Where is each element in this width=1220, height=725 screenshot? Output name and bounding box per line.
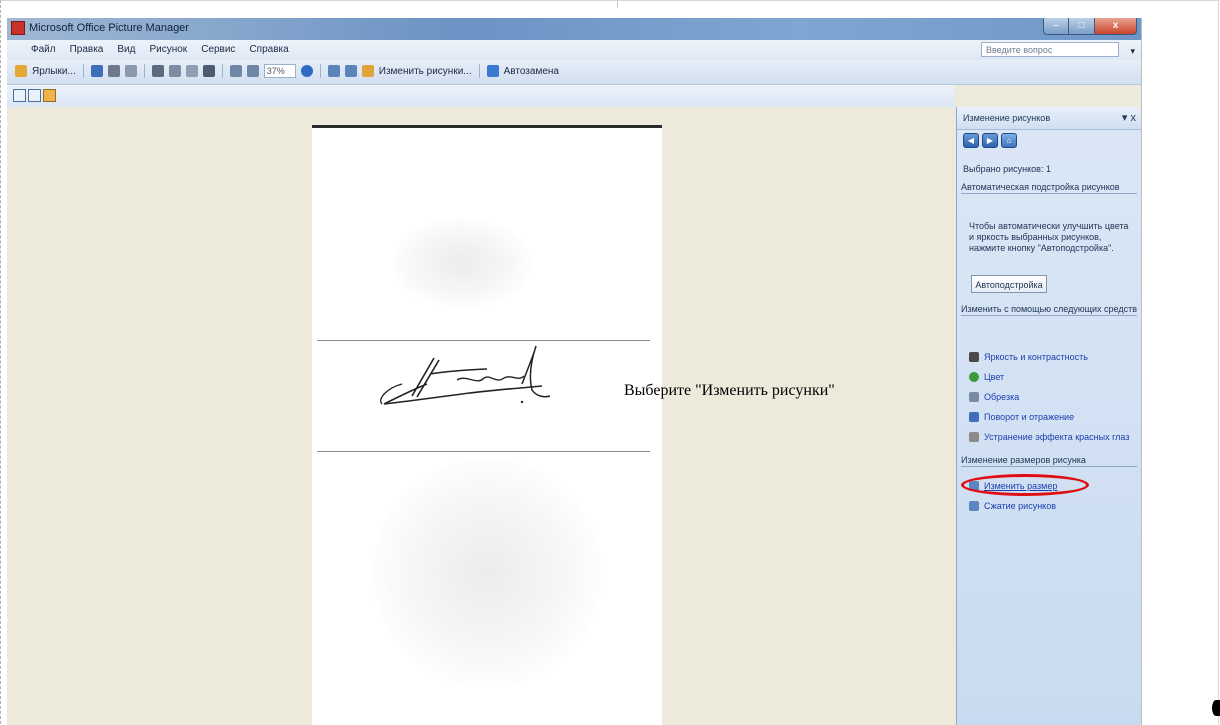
thumbnail-view-icon[interactable]	[13, 89, 26, 102]
faint-stamp-shadow	[372, 458, 602, 688]
forward-arrow-icon[interactable]: ▶	[982, 133, 998, 148]
menu-file[interactable]: Файл	[31, 44, 56, 55]
page-divider-mark	[617, 0, 618, 8]
toolbar-separator	[221, 64, 223, 78]
zoom-input[interactable]: 37%	[263, 64, 296, 78]
menu-bar: Файл Правка Вид Рисунок Сервис Справка В…	[7, 40, 1141, 60]
brightness-contrast-label: Яркость и контрастность	[984, 352, 1088, 362]
edit-pictures-task-pane: Изменение рисунков ▾ x ◀ ▶ ⌂ Выбрано рис…	[956, 107, 1141, 725]
color-link[interactable]: Цвет	[969, 372, 1004, 382]
rotate-right-icon[interactable]	[246, 65, 259, 77]
task-pane-header: Изменение рисунков ▾ x	[957, 107, 1141, 130]
section-auto-correct: Автоматическая подстройка рисунков	[961, 182, 1137, 194]
single-picture-view-icon[interactable]	[43, 89, 56, 102]
rotate-flip-link[interactable]: Поворот и отражение	[969, 412, 1074, 422]
handwritten-signature	[380, 345, 551, 405]
color-label: Цвет	[984, 372, 1005, 382]
compress-label: Сжатие рисунков	[984, 501, 1057, 511]
toolbar-row: Ярлыки... 37% Изменить рисунки... Автоза…	[15, 64, 559, 78]
email-icon[interactable]	[124, 65, 137, 77]
ruled-line	[317, 451, 650, 452]
ruled-line	[317, 340, 650, 341]
cursor-shape	[1212, 700, 1220, 716]
red-eye-label: Устранение эффекта красных глаз	[984, 432, 1130, 442]
home-icon[interactable]: ⌂	[1001, 133, 1017, 148]
minimize-button[interactable]: –	[1043, 18, 1069, 35]
task-pane-controls[interactable]: ▾ x	[1122, 111, 1136, 124]
auto-correct-button[interactable]: Автоподстройка	[971, 275, 1047, 293]
back-arrow-icon[interactable]: ◀	[963, 133, 979, 148]
toolbar-separator	[143, 64, 145, 78]
rotate-flip-icon	[969, 412, 979, 422]
menu-items: Файл Правка Вид Рисунок Сервис Справка	[31, 44, 289, 55]
maximize-button[interactable]: □	[1069, 18, 1095, 35]
window-title: Microsoft Office Picture Manager	[29, 22, 189, 34]
zoom-icon[interactable]	[300, 65, 313, 77]
picture-preview[interactable]	[312, 125, 662, 725]
auto-correct-description: Чтобы автоматически улучшить цвета и ярк…	[969, 221, 1129, 253]
view-mode-bar	[7, 85, 955, 107]
toolbar-separator	[82, 64, 84, 78]
save-icon[interactable]	[90, 65, 103, 77]
standard-toolbar: Ярлыки... 37% Изменить рисунки... Автоза…	[7, 60, 1141, 85]
resize-link[interactable]: Изменить размер	[961, 474, 1089, 496]
compress-icon	[969, 501, 979, 511]
view-filmstrip-icon[interactable]	[344, 65, 357, 77]
print-icon[interactable]	[107, 65, 120, 77]
menu-edit[interactable]: Правка	[70, 44, 104, 55]
copy-icon[interactable]	[168, 65, 181, 77]
filmstrip-view-icon[interactable]	[28, 89, 41, 102]
selected-count: Выбрано рисунков: 1	[963, 164, 1051, 174]
menu-tools[interactable]: Сервис	[201, 44, 235, 55]
compress-pictures-link[interactable]: Сжатие рисунков	[969, 501, 1056, 511]
view-mode-icons	[13, 89, 56, 102]
edit-pictures-icon	[361, 65, 374, 77]
autocorrect-button[interactable]: Автозамена	[504, 66, 559, 77]
shortcuts-icon	[15, 65, 27, 77]
brightness-icon	[969, 352, 979, 362]
crop-link[interactable]: Обрезка	[969, 392, 1019, 402]
instruction-annotation: Выберите "Изменить рисунки"	[624, 382, 835, 399]
autocorrect-icon	[486, 65, 499, 77]
title-bar: Microsoft Office Picture Manager – □ x	[7, 18, 1141, 40]
section-resize: Изменение размеров рисунка	[961, 455, 1137, 467]
section-edit-tools: Изменить с помощью следующих средств	[961, 304, 1137, 316]
cut-icon[interactable]	[151, 65, 164, 77]
toolbar-separator	[478, 64, 480, 78]
rotate-left-icon[interactable]	[229, 65, 242, 77]
menu-view[interactable]: Вид	[117, 44, 135, 55]
menu-picture[interactable]: Рисунок	[149, 44, 187, 55]
menu-help[interactable]: Справка	[249, 44, 288, 55]
task-pane-title: Изменение рисунков	[963, 113, 1051, 123]
toolbar-separator	[319, 64, 321, 78]
help-search-input[interactable]: Введите вопрос	[981, 42, 1119, 57]
picture-manager-window: Microsoft Office Picture Manager – □ x Ф…	[7, 18, 1142, 725]
brightness-contrast-link[interactable]: Яркость и контрастность	[969, 352, 1088, 362]
window-controls: – □ x	[1043, 18, 1137, 35]
close-button[interactable]: x	[1095, 18, 1137, 35]
picture-workspace	[7, 107, 955, 725]
shortcuts-button[interactable]: Ярлыки...	[32, 66, 76, 77]
paste-icon[interactable]	[185, 65, 198, 77]
help-dropdown-icon[interactable]: ▾	[1130, 46, 1135, 57]
faint-stamp-shadow	[392, 218, 532, 308]
red-eye-link[interactable]: Устранение эффекта красных глаз	[969, 432, 1129, 442]
highlight-ellipse	[961, 474, 1089, 496]
rotate-flip-label: Поворот и отражение	[984, 412, 1075, 422]
edit-pictures-button[interactable]: Изменить рисунки...	[379, 66, 472, 77]
red-eye-icon	[969, 432, 979, 442]
delete-icon[interactable]	[202, 65, 215, 77]
crop-icon	[969, 392, 979, 402]
view-thumbnails-icon[interactable]	[327, 65, 340, 77]
crop-label: Обрезка	[984, 392, 1020, 402]
task-pane-navigation: ◀ ▶ ⌂	[963, 133, 1017, 148]
color-icon	[969, 372, 979, 382]
app-icon	[11, 21, 25, 35]
